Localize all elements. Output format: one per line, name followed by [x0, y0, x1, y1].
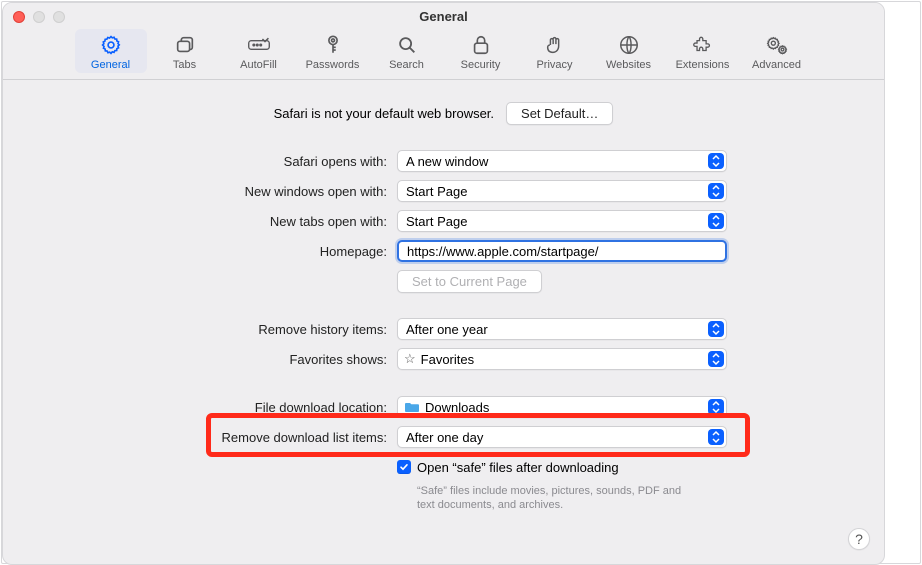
autofill-icon — [247, 33, 271, 57]
lock-icon — [469, 33, 493, 57]
remove-downloads-value: After one day — [406, 430, 483, 445]
tab-privacy[interactable]: Privacy — [519, 29, 591, 73]
chevron-up-down-icon — [708, 213, 724, 229]
tab-search[interactable]: Search — [371, 29, 443, 73]
tab-label: Search — [389, 59, 424, 71]
new-tabs-value: Start Page — [406, 214, 467, 229]
chevron-up-down-icon — [708, 153, 724, 169]
remove-history-label: Remove history items: — [3, 322, 397, 337]
remove-downloads-popup[interactable]: After one day — [397, 426, 727, 448]
tab-websites[interactable]: Websites — [593, 29, 665, 73]
tab-autofill[interactable]: AutoFill — [223, 29, 295, 73]
tab-label: Privacy — [536, 59, 572, 71]
set-to-current-page-button[interactable]: Set to Current Page — [397, 270, 542, 293]
open-safe-label: Open “safe” files after downloading — [417, 460, 619, 475]
new-windows-value: Start Page — [406, 184, 467, 199]
tab-label: AutoFill — [240, 59, 277, 71]
chevron-up-down-icon — [708, 351, 724, 367]
chevron-up-down-icon — [708, 399, 724, 415]
download-location-label: File download location: — [3, 400, 397, 415]
opens-with-popup[interactable]: A new window — [397, 150, 727, 172]
favorites-shows-label: Favorites shows: — [3, 352, 397, 367]
remove-downloads-label: Remove download list items: — [3, 430, 397, 445]
tab-advanced[interactable]: Advanced — [741, 29, 813, 73]
opens-with-value: A new window — [406, 154, 488, 169]
homepage-label: Homepage: — [3, 244, 397, 259]
download-location-value: Downloads — [425, 400, 489, 415]
tab-passwords[interactable]: Passwords — [297, 29, 369, 73]
remove-history-value: After one year — [406, 322, 488, 337]
tab-label: Passwords — [306, 59, 360, 71]
tab-tabs[interactable]: Tabs — [149, 29, 221, 73]
tabs-icon — [173, 33, 197, 57]
puzzle-icon — [691, 33, 715, 57]
key-icon — [321, 33, 345, 57]
tab-label: General — [91, 59, 130, 71]
tab-general[interactable]: General — [75, 29, 147, 73]
chevron-up-down-icon — [708, 321, 724, 337]
open-safe-checkbox[interactable] — [397, 460, 411, 474]
chevron-up-down-icon — [708, 183, 724, 199]
opens-with-label: Safari opens with: — [3, 154, 397, 169]
gear-icon — [99, 33, 123, 57]
new-tabs-popup[interactable]: Start Page — [397, 210, 727, 232]
window-title: General — [3, 9, 884, 24]
tab-label: Advanced — [752, 59, 801, 71]
favorites-shows-popup[interactable]: ☆ Favorites — [397, 348, 727, 370]
tab-label: Security — [461, 59, 501, 71]
folder-icon — [404, 401, 420, 413]
gears-icon — [765, 33, 789, 57]
homepage-field[interactable] — [397, 240, 727, 262]
set-default-button[interactable]: Set Default… — [506, 102, 613, 125]
tab-label: Tabs — [173, 59, 196, 71]
chevron-up-down-icon — [708, 429, 724, 445]
search-icon — [395, 33, 419, 57]
preferences-window: General General Tabs — [2, 2, 885, 565]
star-icon: ☆ — [404, 351, 416, 367]
globe-icon — [617, 33, 641, 57]
help-button[interactable]: ? — [848, 528, 870, 550]
download-location-popup[interactable]: Downloads — [397, 396, 727, 418]
tab-extensions[interactable]: Extensions — [667, 29, 739, 73]
favorites-shows-value: Favorites — [421, 352, 474, 367]
tab-label: Extensions — [676, 59, 730, 71]
open-safe-note: “Safe” files include movies, pictures, s… — [397, 484, 697, 513]
remove-history-popup[interactable]: After one year — [397, 318, 727, 340]
new-tabs-label: New tabs open with: — [3, 214, 397, 229]
tab-security[interactable]: Security — [445, 29, 517, 73]
tab-label: Websites — [606, 59, 651, 71]
new-windows-label: New windows open with: — [3, 184, 397, 199]
default-browser-message: Safari is not your default web browser. — [274, 106, 494, 121]
hand-icon — [543, 33, 567, 57]
new-windows-popup[interactable]: Start Page — [397, 180, 727, 202]
